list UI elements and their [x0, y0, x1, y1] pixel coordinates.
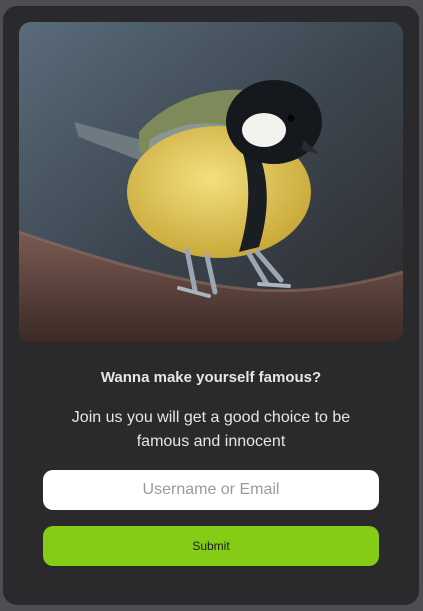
username-email-input[interactable]	[43, 470, 379, 510]
headline: Wanna make yourself famous?	[100, 369, 322, 386]
signup-card: Wanna make yourself famous? Join us you …	[3, 6, 419, 605]
subtext: Join us you will get a good choice to be…	[71, 409, 351, 450]
submit-button[interactable]: Submit	[43, 526, 379, 566]
bird-photo	[19, 22, 403, 342]
